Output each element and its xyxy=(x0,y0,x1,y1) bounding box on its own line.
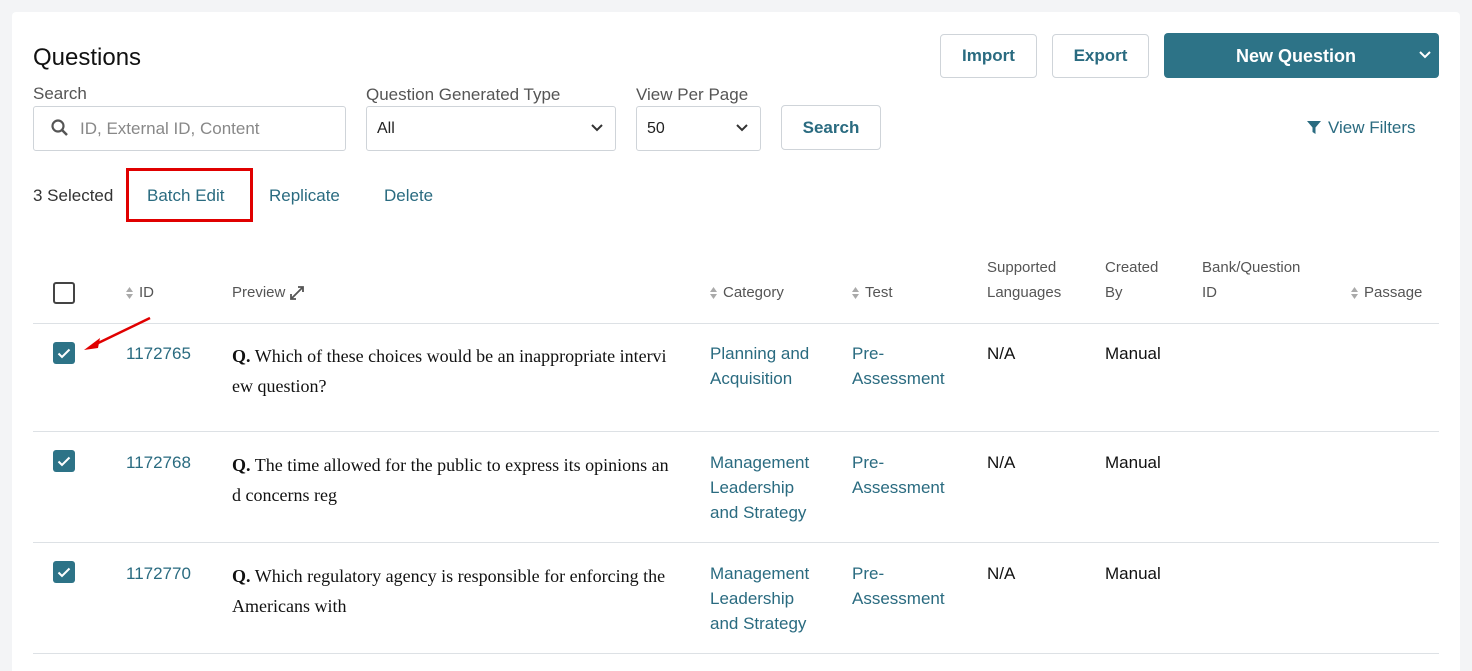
per-page-label: View Per Page xyxy=(636,85,749,104)
languages-value: N/A xyxy=(987,453,1016,472)
question-text: The time allowed for the public to expre… xyxy=(232,455,669,505)
question-preview: Q. Which of these choices would be an in… xyxy=(232,341,672,401)
column-header-bank-question-id: Bank/Question ID xyxy=(1202,255,1300,305)
question-type-value: All xyxy=(377,119,395,137)
created-by-value: Manual xyxy=(1105,453,1161,472)
column-passage-label: Passage xyxy=(1364,284,1423,301)
category-line: and Strategy xyxy=(710,614,807,633)
column-test-label: Test xyxy=(865,284,893,301)
category-link[interactable]: Planning and Acquisition xyxy=(710,341,809,391)
chevron-down-icon xyxy=(591,124,603,132)
annotation-arrow-icon xyxy=(84,316,151,350)
divider xyxy=(33,323,1439,324)
export-button[interactable]: Export xyxy=(1052,34,1149,78)
search-input[interactable]: ID, External ID, Content xyxy=(33,106,346,151)
column-header-passage[interactable]: Passage xyxy=(1351,280,1422,305)
question-prefix: Q. xyxy=(232,566,251,586)
question-preview: Q. The time allowed for the public to ex… xyxy=(232,450,672,510)
new-question-button[interactable]: New Question xyxy=(1164,33,1439,78)
check-icon xyxy=(57,456,71,466)
new-question-label: New Question xyxy=(1236,46,1357,66)
question-text: Which of these choices would be an inapp… xyxy=(232,346,667,396)
created-by-value: Manual xyxy=(1105,564,1161,583)
row-checkbox[interactable] xyxy=(53,342,75,364)
search-button[interactable]: Search xyxy=(781,105,881,150)
row-checkbox[interactable] xyxy=(53,450,75,472)
filter-icon xyxy=(1307,121,1321,134)
test-link[interactable]: Pre- Assessment xyxy=(852,450,945,500)
question-prefix: Q. xyxy=(232,346,251,366)
test-line: Assessment xyxy=(852,478,945,497)
column-header-category[interactable]: Category xyxy=(710,280,784,305)
category-line: and Strategy xyxy=(710,503,807,522)
view-filters-link[interactable]: View Filters xyxy=(1307,118,1416,138)
check-icon xyxy=(57,348,71,358)
replicate-link[interactable]: Replicate xyxy=(269,186,340,206)
select-all-checkbox[interactable] xyxy=(53,282,75,304)
category-line: Leadership xyxy=(710,589,795,608)
column-languages-label-line1: Supported xyxy=(987,259,1057,276)
question-prefix: Q. xyxy=(232,455,251,475)
sort-icon xyxy=(852,287,859,300)
view-filters-label: View Filters xyxy=(1328,118,1416,137)
type-label: Question Generated Type xyxy=(366,85,561,104)
sort-icon xyxy=(710,287,717,300)
column-header-preview: Preview xyxy=(232,280,304,305)
per-page-select[interactable]: 50 xyxy=(636,106,761,151)
search-placeholder: ID, External ID, Content xyxy=(80,119,260,138)
question-text: Which regulatory agency is responsible f… xyxy=(232,566,666,616)
question-preview: Q. Which regulatory agency is responsibl… xyxy=(232,561,672,621)
column-header-languages: Supported Languages xyxy=(987,255,1061,305)
category-line: Management xyxy=(710,564,810,583)
category-line: Management xyxy=(710,453,810,472)
search-label: Search xyxy=(33,84,87,103)
column-header-id[interactable]: ID xyxy=(126,280,154,305)
category-line: Planning and xyxy=(710,344,810,363)
column-header-created-by: Created By xyxy=(1105,255,1158,305)
selected-count: 3 Selected xyxy=(33,186,114,205)
test-line: Assessment xyxy=(852,369,945,388)
languages-value: N/A xyxy=(987,564,1016,583)
page-title: Questions xyxy=(33,44,142,71)
sort-icon xyxy=(1351,287,1358,300)
expand-icon[interactable] xyxy=(289,286,304,300)
divider xyxy=(33,653,1439,654)
column-preview-label: Preview xyxy=(232,284,286,301)
delete-link[interactable]: Delete xyxy=(384,186,433,206)
import-button[interactable]: Import xyxy=(940,34,1037,78)
search-icon xyxy=(51,119,68,136)
column-created-label-line2: By xyxy=(1105,284,1123,301)
test-link[interactable]: Pre- Assessment xyxy=(852,341,945,391)
category-link[interactable]: Management Leadership and Strategy xyxy=(710,450,809,525)
languages-value: N/A xyxy=(987,344,1016,363)
test-link[interactable]: Pre- Assessment xyxy=(852,561,945,611)
column-id-label: ID xyxy=(139,284,154,301)
test-line: Pre- xyxy=(852,344,885,363)
column-bank-label-line1: Bank/Question xyxy=(1202,259,1301,276)
sort-icon xyxy=(126,287,133,300)
column-header-test[interactable]: Test xyxy=(852,280,893,305)
column-category-label: Category xyxy=(723,284,784,301)
category-line: Leadership xyxy=(710,478,795,497)
chevron-down-icon[interactable] xyxy=(1419,51,1431,59)
test-line: Pre- xyxy=(852,453,885,472)
batch-edit-link[interactable]: Batch Edit xyxy=(147,186,225,206)
chevron-down-icon xyxy=(736,124,748,132)
column-created-label-line1: Created xyxy=(1105,259,1159,276)
question-id-link[interactable]: 1172768 xyxy=(126,450,191,475)
column-languages-label-line2: Languages xyxy=(987,284,1062,301)
question-type-select[interactable]: All xyxy=(366,106,616,151)
check-icon xyxy=(57,567,71,577)
row-checkbox[interactable] xyxy=(53,561,75,583)
created-by-value: Manual xyxy=(1105,344,1161,363)
column-bank-label-line2: ID xyxy=(1202,284,1217,301)
question-id-link[interactable]: 1172770 xyxy=(126,561,191,586)
divider xyxy=(33,542,1439,543)
test-line: Pre- xyxy=(852,564,885,583)
per-page-value: 50 xyxy=(647,119,665,137)
category-line: Acquisition xyxy=(710,369,793,388)
category-link[interactable]: Management Leadership and Strategy xyxy=(710,561,809,636)
test-line: Assessment xyxy=(852,589,945,608)
divider xyxy=(33,431,1439,432)
